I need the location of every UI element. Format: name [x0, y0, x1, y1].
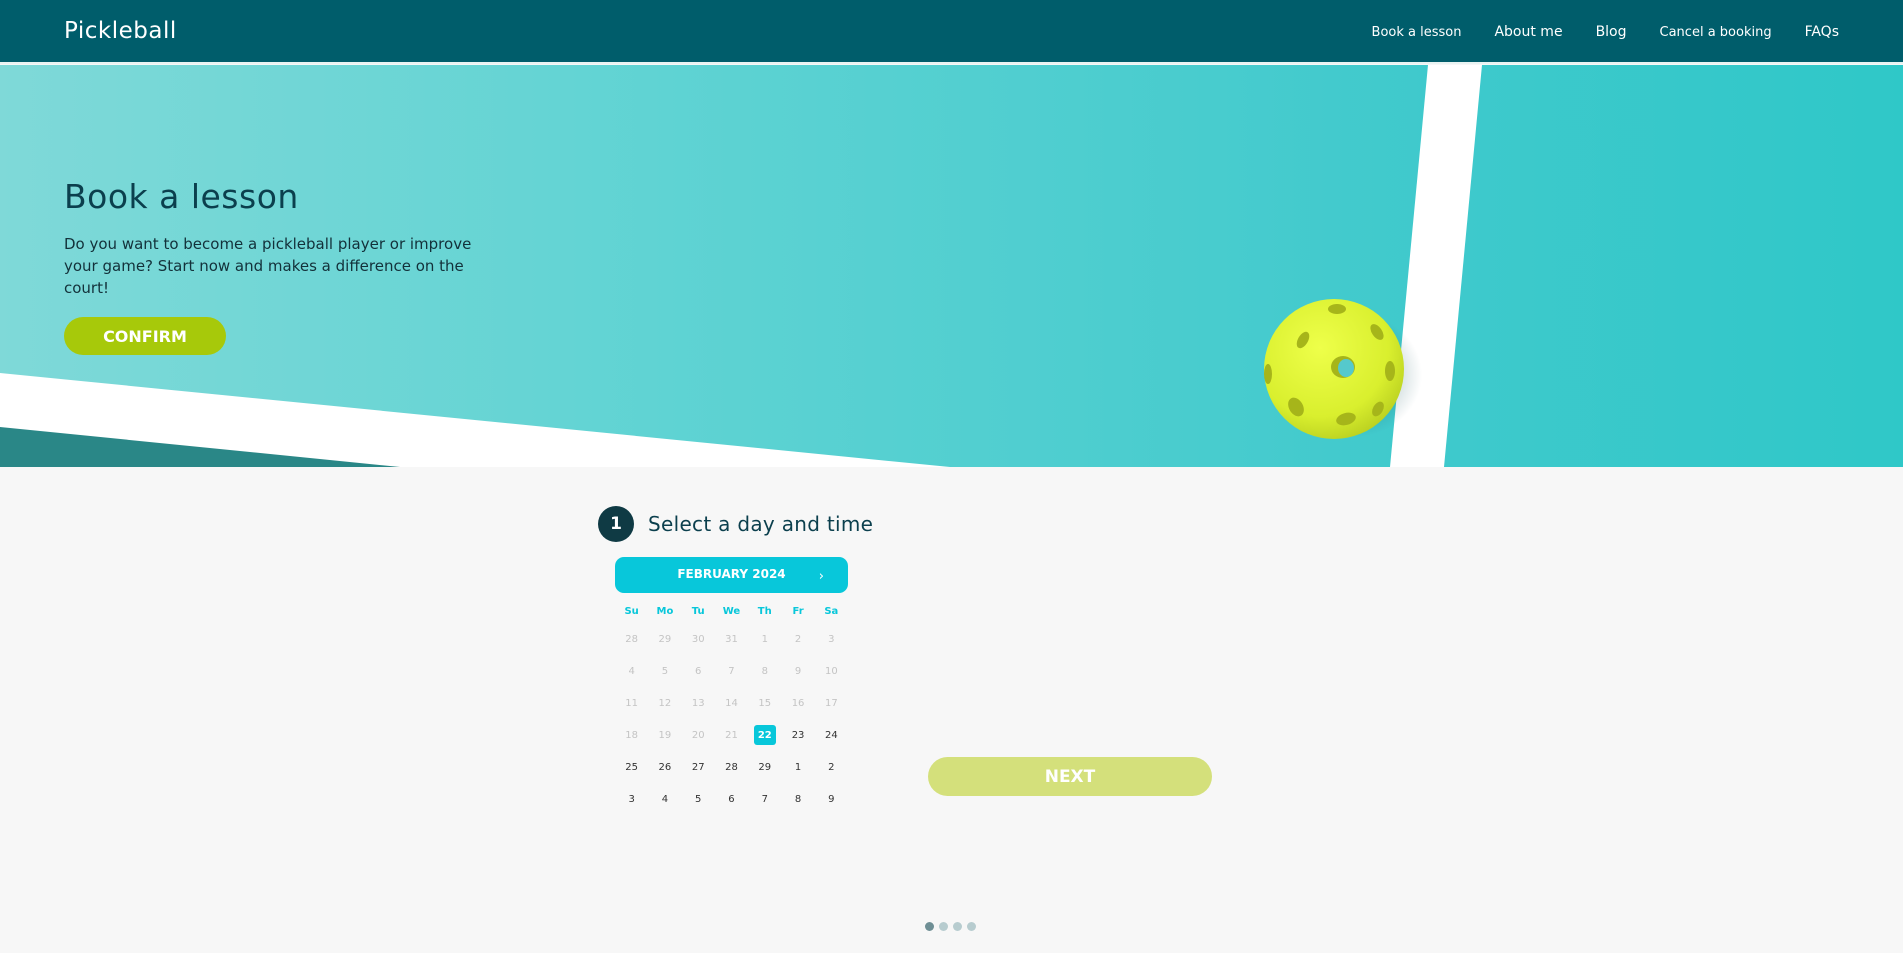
nav-about-me[interactable]: About me [1494, 24, 1562, 40]
step-heading: 1 Select a day and time [598, 506, 873, 542]
next-button[interactable]: NEXT [928, 757, 1212, 796]
calendar-day[interactable]: 24 [815, 719, 848, 751]
calendar-day: 21 [725, 729, 738, 741]
calendar-day[interactable]: 25 [615, 751, 648, 783]
weekday-header: Tu [691, 605, 705, 617]
top-navbar: Pickleball Book a lesson About me Blog C… [0, 0, 1903, 64]
calendar-month-label: FEBRUARY 2024 [677, 567, 786, 581]
calendar-day[interactable]: 28 [715, 751, 748, 783]
confirm-button[interactable]: CONFIRM [64, 317, 226, 355]
calendar-day: 1 [761, 633, 768, 645]
date-picker-calendar: FEBRUARY 2024 › Su Mo Tu We Th Fr Sa 28 29 30 31 1 2… [615, 557, 848, 815]
calendar-day[interactable]: 26 [648, 751, 681, 783]
calendar-day[interactable]: 1 [781, 751, 814, 783]
weekday-header: Mo [656, 605, 674, 617]
calendar-day[interactable]: 2 [815, 751, 848, 783]
calendar-day: 28 [625, 633, 638, 645]
calendar-day: 6 [695, 665, 702, 677]
calendar-day[interactable]: 27 [682, 751, 715, 783]
pager-dot[interactable] [967, 922, 976, 931]
nav-book-a-lesson[interactable]: Book a lesson [1372, 25, 1462, 40]
calendar-day: 11 [625, 697, 638, 709]
calendar-day[interactable]: 4 [648, 783, 681, 815]
chevron-right-icon[interactable]: › [819, 569, 824, 584]
hero-banner: Book a lesson Do you want to become a pi… [0, 65, 1903, 467]
step-pager-dots [925, 922, 976, 931]
weekday-header: Th [757, 605, 772, 617]
calendar-header: FEBRUARY 2024 › [615, 557, 848, 593]
calendar-day: 13 [691, 697, 705, 709]
calendar-day[interactable]: 9 [815, 783, 848, 815]
calendar-day: 30 [691, 633, 705, 645]
calendar-day[interactable]: 23 [781, 719, 814, 751]
pager-dot[interactable] [953, 922, 962, 931]
calendar-day: 20 [691, 729, 705, 741]
hero-description: Do you want to become a pickleball playe… [64, 235, 472, 297]
calendar-day[interactable]: 7 [748, 783, 781, 815]
calendar-day-selected[interactable]: 22 [748, 719, 781, 751]
weekday-header: Sa [824, 605, 839, 617]
calendar-day: 31 [725, 633, 738, 645]
calendar-day: 12 [658, 697, 672, 709]
calendar-day: 4 [628, 665, 635, 677]
calendar-day: 18 [625, 729, 638, 741]
calendar-day: 2 [794, 633, 802, 645]
calendar-day[interactable]: 3 [615, 783, 648, 815]
calendar-day[interactable]: 6 [715, 783, 748, 815]
calendar-day: 10 [824, 665, 838, 677]
hero-title: Book a lesson [64, 177, 299, 216]
pager-dot[interactable] [939, 922, 948, 931]
pager-dot[interactable] [925, 922, 934, 931]
step-title: Select a day and time [648, 512, 874, 536]
calendar-day: 7 [728, 665, 735, 677]
calendar-day[interactable]: 8 [781, 783, 814, 815]
calendar-day: 19 [658, 729, 672, 741]
calendar-day: 29 [658, 633, 672, 645]
calendar-grid: Su Mo Tu We Th Fr Sa 28 29 30 31 1 2 3 4 5 6 7 8 9 10 11 12 13 1… [615, 599, 848, 815]
calendar-day: 8 [761, 665, 768, 677]
weekday-header: We [722, 605, 741, 617]
calendar-day: 16 [791, 697, 805, 709]
calendar-day: 14 [725, 697, 738, 709]
calendar-day[interactable]: 29 [748, 751, 781, 783]
site-logo[interactable]: Pickleball [64, 18, 177, 44]
pickleball-ball-icon [1264, 299, 1422, 439]
calendar-day: 5 [661, 665, 669, 677]
nav-blog[interactable]: Blog [1596, 24, 1627, 40]
nav-cancel-booking[interactable]: Cancel a booking [1660, 25, 1772, 40]
calendar-day: 9 [794, 665, 802, 677]
weekday-header: Su [624, 605, 639, 617]
selected-day-label: 22 [753, 725, 776, 745]
calendar-day: 15 [758, 697, 772, 709]
main-menu: Book a lesson About me Blog Cancel a boo… [1372, 0, 1839, 64]
nav-faqs[interactable]: FAQs [1805, 24, 1839, 40]
calendar-day: 3 [828, 633, 835, 645]
calendar-day[interactable]: 5 [682, 783, 715, 815]
weekday-header: Fr [792, 605, 804, 617]
step-number-badge: 1 [598, 506, 634, 542]
calendar-day: 17 [824, 697, 838, 709]
